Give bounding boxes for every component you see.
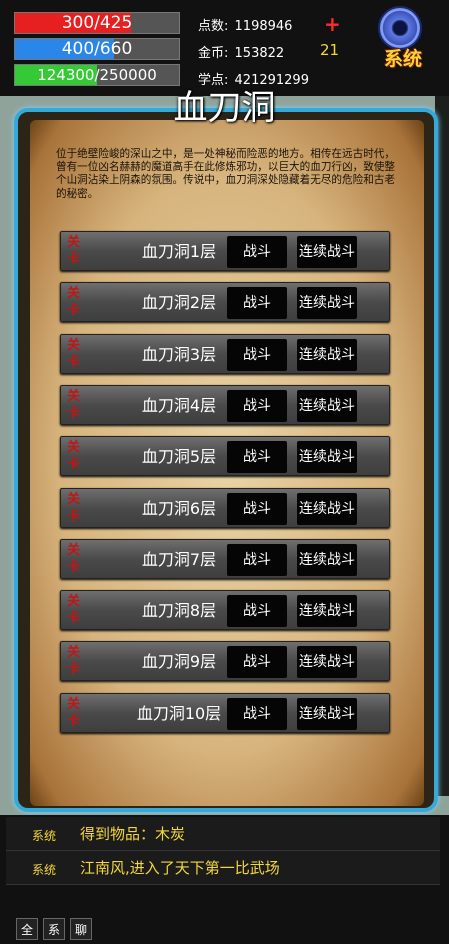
tab-all[interactable]: 全 [16, 918, 38, 940]
level-row: 关卡 血刀洞6层 战斗 连续战斗 [60, 487, 390, 528]
stage-mark: 关卡 [67, 286, 81, 319]
level-row: 关卡 血刀洞4层 战斗 连续战斗 [60, 384, 390, 425]
continuous-fight-button[interactable]: 连续战斗 [297, 697, 357, 730]
system-button-label: 系统 [383, 48, 422, 70]
level-row: 关卡 血刀洞7层 战斗 连续战斗 [60, 538, 390, 579]
stage-mark: 关卡 [67, 645, 81, 678]
chat-message: 得到物品：木炭 [80, 825, 186, 843]
level-row: 关卡 血刀洞10层 战斗 连续战斗 [60, 692, 390, 733]
points-value: 1198946 [234, 19, 293, 34]
level-row: 关卡 血刀洞3层 战斗 连续战斗 [60, 333, 390, 374]
level-row: 关卡 血刀洞8层 战斗 连续战斗 [60, 590, 390, 631]
level-row: 关卡 血刀洞9层 战斗 连续战斗 [60, 641, 390, 682]
chat-line: 系统 江南风,进入了天下第一比武场 [6, 851, 440, 885]
points-label: 点数: [198, 19, 229, 34]
stage-mark: 关卡 [67, 542, 81, 575]
stage-mark: 关卡 [67, 696, 81, 729]
stage-mark: 关卡 [67, 388, 81, 421]
count-value: 21 [320, 41, 340, 59]
hp-text: 300/425 [61, 13, 133, 33]
continuous-fight-button[interactable]: 连续战斗 [297, 646, 357, 679]
gold-label: 金币: [198, 46, 229, 61]
fight-button[interactable]: 战斗 [227, 646, 287, 679]
stage-mark: 关卡 [67, 440, 81, 473]
gold-value: 153822 [234, 46, 285, 61]
dungeon-description: 位于绝壁险峻的深山之中，是一处神秘而险恶的地方。相传在远古时代，曾有一位凶名赫赫… [56, 148, 395, 200]
continuous-fight-button[interactable]: 连续战斗 [297, 595, 357, 628]
continuous-fight-button[interactable]: 连续战斗 [297, 287, 357, 320]
chat-channel: 系统 [32, 863, 57, 877]
level-row: 关卡 血刀洞2层 战斗 连续战斗 [60, 282, 390, 323]
plus-icon[interactable]: + [324, 12, 341, 36]
continuous-fight-button[interactable]: 连续战斗 [297, 441, 357, 474]
fight-button[interactable]: 战斗 [227, 389, 287, 422]
fight-button[interactable]: 战斗 [227, 338, 287, 371]
fight-button[interactable]: 战斗 [227, 595, 287, 628]
dialog-title: 血刀洞 [173, 88, 276, 128]
continuous-fight-button[interactable]: 连续战斗 [297, 389, 357, 422]
fight-button[interactable]: 战斗 [227, 236, 287, 268]
tab-system[interactable]: 系 [43, 918, 65, 940]
continuous-fight-button[interactable]: 连续战斗 [297, 492, 357, 525]
continuous-fight-button[interactable]: 连续战斗 [297, 543, 357, 576]
fight-button[interactable]: 战斗 [227, 492, 287, 525]
fight-button[interactable]: 战斗 [227, 287, 287, 320]
system-button[interactable]: 系统 [372, 4, 432, 70]
fight-button[interactable]: 战斗 [227, 697, 287, 730]
chat-message: 江南风,进入了天下第一比武场 [80, 859, 280, 877]
chat-line: 系统 得到物品：木炭 [6, 817, 440, 851]
mp-bar: 400/660 [14, 38, 180, 60]
mp-text: 400/660 [61, 39, 133, 59]
stage-mark: 关卡 [67, 594, 81, 627]
fight-button[interactable]: 战斗 [227, 441, 287, 474]
points-stat: 点数: 1198946 [198, 15, 292, 34]
chat-channel: 系统 [32, 829, 57, 843]
fight-button[interactable]: 战斗 [227, 543, 287, 576]
chat-log: 系统 得到物品：木炭 系统 江南风,进入了天下第一比武场 [0, 815, 449, 944]
level-row: 关卡 血刀洞1层 战斗 连续战斗 [60, 231, 390, 271]
stage-mark: 关卡 [67, 235, 81, 267]
stage-mark: 关卡 [67, 491, 81, 524]
continuous-fight-button[interactable]: 连续战斗 [297, 338, 357, 371]
continuous-fight-button[interactable]: 连续战斗 [297, 236, 357, 268]
level-row: 关卡 血刀洞5层 战斗 连续战斗 [60, 436, 390, 477]
hp-bar: 300/425 [14, 12, 180, 34]
gold-stat: 金币: 153822 [198, 42, 284, 61]
tab-chat[interactable]: 聊 [70, 918, 92, 940]
stage-mark: 关卡 [67, 337, 81, 370]
